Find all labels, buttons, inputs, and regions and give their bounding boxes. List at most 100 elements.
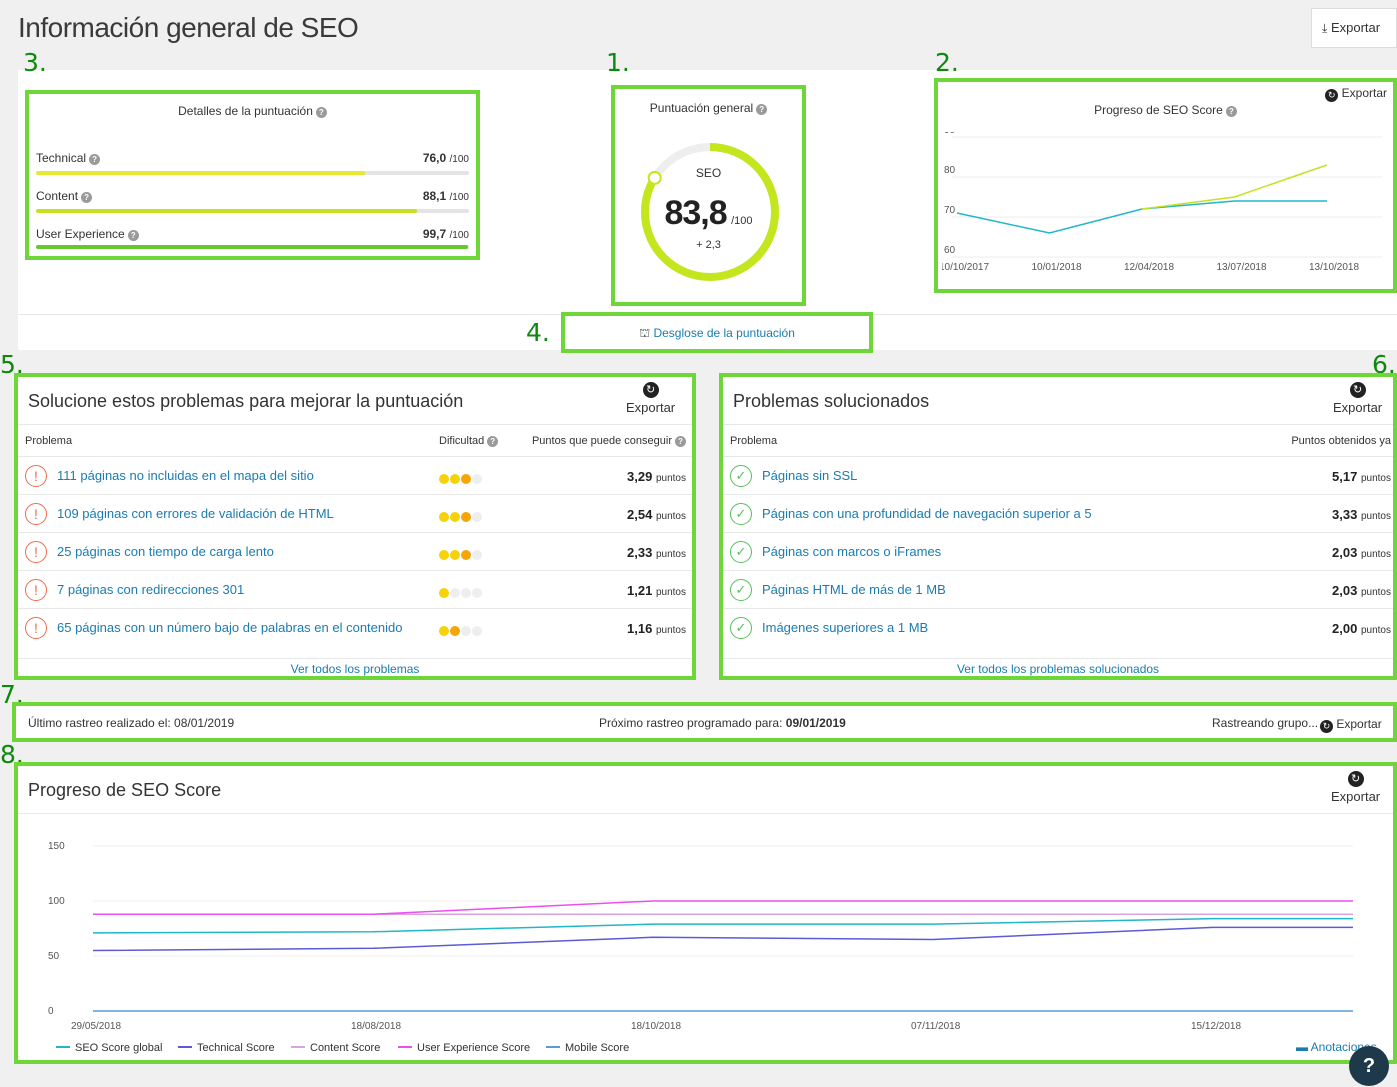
y-tick-label: 0 <box>48 1006 54 1017</box>
solved-export-button[interactable]: ↻ Exportar <box>1333 382 1382 415</box>
export-label: Exportar <box>1330 20 1381 35</box>
difficulty-dots <box>439 548 483 563</box>
x-tick-label: 18/10/2018 <box>631 1021 681 1031</box>
last-crawl: Último rastreo realizado el: 08/01/2019 <box>28 716 235 730</box>
export-icon: ↻ <box>1325 89 1339 102</box>
crawl-bar: Último rastreo realizado el: 08/01/2019 … <box>12 702 1397 742</box>
help-icon: ? <box>315 107 327 118</box>
legend-seo-global[interactable]: SEO Score global <box>56 1042 162 1054</box>
x-tick-label: 29/05/2018 <box>71 1021 121 1031</box>
legend-ux[interactable]: User Experience Score <box>398 1042 530 1054</box>
help-icon: ? <box>81 192 93 203</box>
solved-row[interactable]: ✓ Imágenes superiores a 1 MB 2,00 puntos <box>723 608 1393 646</box>
legend-technical[interactable]: Technical Score <box>178 1042 275 1054</box>
x-tick-label: 13/10/2018 <box>1309 262 1359 273</box>
view-all-solved-link[interactable]: Ver todos los problemas solucionados <box>723 658 1393 676</box>
error-icon: ! <box>25 503 47 525</box>
score-row-technical: Technical? 76,0 /100 <box>36 151 469 165</box>
error-icon: ! <box>25 579 47 601</box>
solved-row[interactable]: ✓ Páginas sin SSL 5,17 puntos <box>723 456 1393 494</box>
divider <box>18 813 1393 814</box>
error-icon: ! <box>25 541 47 563</box>
marker-3: 3. <box>23 48 47 77</box>
crawl-status: Rastreando grupo... <box>1212 716 1319 730</box>
main-chart: 150 100 50 0 29/05/2018 18/08/2018 18/10/2018 0… <box>48 841 1353 1031</box>
help-icon: ? <box>675 436 686 447</box>
legend-swatch <box>56 1046 70 1048</box>
score-max: /100 <box>731 215 753 227</box>
difficulty-dots <box>439 586 483 601</box>
problem-row[interactable]: ! 111 páginas no incluidas en el mapa de… <box>18 456 692 494</box>
help-chat-button[interactable]: ? <box>1349 1046 1389 1086</box>
score-row-content: Content? 88,1 /100 <box>36 189 469 203</box>
score-details-title: Detalles de la puntuación? <box>29 104 476 118</box>
mini-export-button[interactable]: ↻ Exportar <box>1325 86 1387 102</box>
check-icon: ✓ <box>730 541 752 563</box>
solved-title: Problemas solucionados <box>733 391 930 411</box>
export-icon: ↻ <box>1320 720 1333 733</box>
export-icon: ↻ <box>1347 771 1364 787</box>
export-icon: ↻ <box>1349 382 1366 398</box>
y-tick-label: 80 <box>944 165 956 176</box>
overall-score-card: Puntuación general? SEO 83,8 /100 + 2,3 <box>611 85 806 306</box>
problems-header: Problema Dificultad? Puntos que puede co… <box>18 424 692 456</box>
main-chart-card: Progreso de SEO Score ↻ Exportar 150 100 50… <box>14 762 1397 1064</box>
y-tick-label: 150 <box>48 841 65 852</box>
comment-icon: ▬ <box>1296 1040 1308 1054</box>
series-line <box>92 926 1353 952</box>
solved-card: Problemas solucionados ↻ Exportar Problem… <box>719 373 1397 680</box>
content-bar-fill <box>36 209 417 213</box>
help-icon: ? <box>89 154 101 165</box>
mini-chart-card: ↻ Exportar Progreso de SEO Score? 90 80 70… <box>934 78 1397 293</box>
ux-bar-fill <box>36 245 468 249</box>
series-line <box>1141 164 1328 210</box>
score-label: SEO <box>695 166 722 180</box>
y-tick-label: 50 <box>48 951 60 962</box>
check-icon: ✓ <box>730 579 752 601</box>
check-icon: ✓ <box>730 503 752 525</box>
problem-row[interactable]: ! 25 páginas con tiempo de carga lento 2… <box>18 532 692 570</box>
marker-1: 1. <box>606 48 630 77</box>
main-chart-export-button[interactable]: ↻ Exportar <box>1331 771 1380 804</box>
mini-chart: 90 80 70 60 10/10/2017 10/01/2018 12/04/2018 13… <box>942 132 1382 273</box>
y-tick-label: 100 <box>48 896 65 907</box>
export-button[interactable]: ⤓ Exportar <box>1311 8 1397 48</box>
problem-row[interactable]: ! 65 páginas con un número bajo de palab… <box>18 608 692 646</box>
difficulty-dots <box>439 472 483 487</box>
problem-row[interactable]: ! 7 páginas con redirecciones 301 1,21 p… <box>18 570 692 608</box>
help-icon: ? <box>1225 106 1237 117</box>
x-tick-label: 07/11/2018 <box>911 1021 961 1031</box>
next-crawl: Próximo rastreo programado para: 09/01/2… <box>599 716 846 730</box>
x-tick-label: 10/01/2018 <box>1032 262 1082 273</box>
legend-swatch <box>178 1046 192 1048</box>
page-title: Información general de SEO <box>18 12 359 43</box>
breakdown-link[interactable]: ⛫ Desglose de la puntuación <box>561 312 873 353</box>
hierarchy-icon: ⛫ <box>639 326 651 340</box>
solved-row[interactable]: ✓ Páginas HTML de más de 1 MB 2,03 punto… <box>723 570 1393 608</box>
score-delta: + 2,3 <box>696 239 721 251</box>
legend-mobile[interactable]: Mobile Score <box>546 1042 629 1054</box>
main-chart-title: Progreso de SEO Score <box>28 780 222 800</box>
solved-row[interactable]: ✓ Páginas con una profundidad de navegac… <box>723 494 1393 532</box>
problems-export-button[interactable]: ↻ Exportar <box>626 382 675 415</box>
crawl-export-button[interactable]: ↻ Exportar <box>1320 717 1382 733</box>
y-tick-label: 70 <box>944 205 956 216</box>
problem-row[interactable]: ! 109 páginas con errores de validación … <box>18 494 692 532</box>
help-icon: ? <box>487 436 499 447</box>
overall-score-title: Puntuación general? <box>615 101 802 115</box>
legend-swatch <box>546 1046 560 1048</box>
legend-swatch <box>291 1046 305 1048</box>
download-icon: ⤓ <box>1322 21 1328 35</box>
x-tick-label: 18/08/2018 <box>351 1021 401 1031</box>
marker-4: 4. <box>526 318 550 347</box>
mini-chart-title: Progreso de SEO Score? <box>938 103 1393 117</box>
help-icon: ? <box>127 230 139 241</box>
check-icon: ✓ <box>730 465 752 487</box>
x-tick-label: 12/04/2018 <box>1124 262 1174 273</box>
difficulty-dots <box>439 624 483 639</box>
y-tick-label: 60 <box>944 245 956 256</box>
legend-content[interactable]: Content Score <box>291 1042 380 1054</box>
check-icon: ✓ <box>730 617 752 639</box>
view-all-problems-link[interactable]: Ver todos los problemas <box>18 658 692 676</box>
solved-row[interactable]: ✓ Páginas con marcos o iFrames 2,03 punt… <box>723 532 1393 570</box>
